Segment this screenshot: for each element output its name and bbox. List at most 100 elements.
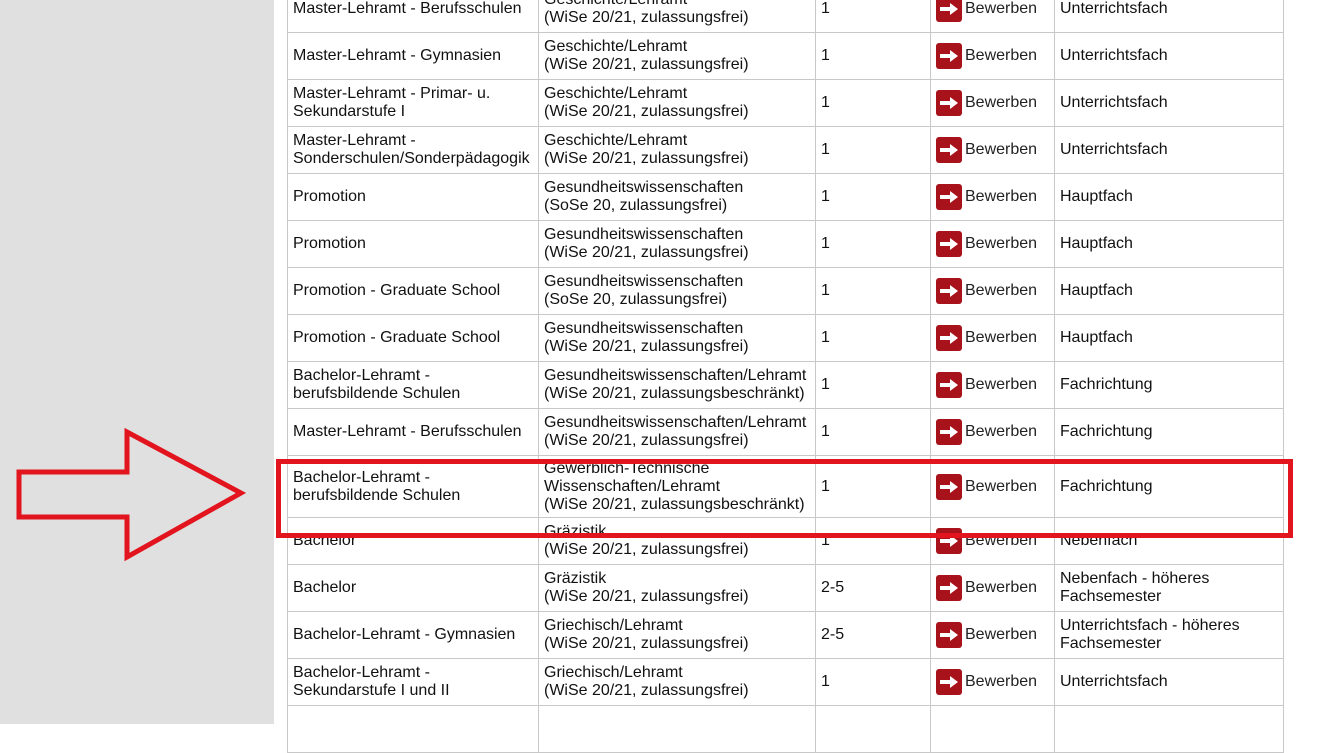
type-cell: Unterrichtsfach — [1054, 0, 1284, 33]
degree-text: Master-Lehramt - Berufsschulen — [293, 0, 522, 17]
apply-button[interactable]: Bewerben — [936, 137, 1049, 163]
apply-cell: Bewerben — [930, 361, 1055, 409]
semester-cell: 2-5 — [815, 611, 931, 659]
apply-button[interactable]: Bewerben — [936, 528, 1049, 554]
arrow-right-icon — [936, 0, 962, 22]
subject-cell: Geschichte/Lehramt(WiSe 20/21, zulassung… — [538, 32, 816, 80]
semester-text: 1 — [821, 94, 830, 111]
apply-button[interactable]: Bewerben — [936, 325, 1049, 351]
type-cell: Unterrichtsfach - höheres Fachsemester — [1054, 611, 1284, 659]
subject-text: Gesundheitswissenschaften — [544, 320, 744, 337]
subject-cell: Griechisch/Lehramt (WiSe 20/21, zulassung… — [538, 658, 816, 706]
apply-button[interactable]: Bewerben — [936, 231, 1049, 257]
degree-text: Bachelor-Lehramt - berufsbildende Schule… — [293, 468, 461, 504]
arrow-right-icon — [936, 90, 962, 116]
apply-button[interactable]: Bewerben — [936, 419, 1049, 445]
term-text: (WiSe 20/21, zulassungsfrei) — [544, 150, 749, 167]
subject-cell — [538, 705, 816, 753]
apply-cell: Bewerben — [930, 455, 1055, 518]
semester-cell: 1 — [815, 173, 931, 221]
degree-cell: Bachelor-Lehramt - berufsbildende Schule… — [287, 455, 539, 518]
subject-cell: Geschichte/Lehramt(WiSe 20/21, zulassung… — [538, 79, 816, 127]
degree-cell: Master-Lehramt - Berufsschulen — [287, 0, 539, 33]
type-cell: Unterrichtsfach — [1054, 79, 1284, 127]
type-text: Hauptfach — [1060, 235, 1133, 252]
arrow-right-icon — [936, 231, 962, 257]
apply-cell: Bewerben — [930, 611, 1055, 659]
apply-label: Bewerben — [965, 423, 1038, 440]
subject-text: Gräzistik — [544, 523, 607, 540]
type-text: Unterrichtsfach — [1060, 141, 1168, 158]
apply-button[interactable]: Bewerben — [936, 669, 1049, 695]
term-text: (WiSe 20/21, zulassungsfrei) — [544, 635, 749, 652]
degree-cell: Bachelor — [287, 517, 539, 565]
table-row-highlighted: Bachelor-Lehramt - berufsbildende Schule… — [287, 455, 1284, 518]
subject-cell: Gräzistik (WiSe 20/21, zulassungsfrei) — [538, 517, 816, 565]
apply-button[interactable]: Bewerben — [936, 184, 1049, 210]
semester-text: 1 — [821, 188, 830, 205]
apply-button[interactable]: Bewerben — [936, 575, 1049, 601]
semester-cell: 1 — [815, 455, 931, 518]
degree-text: Bachelor-Lehramt - Gymnasien — [293, 626, 516, 643]
degree-text: Promotion — [293, 235, 366, 252]
table-row: Master-Lehramt - Berufsschulen Geschicht… — [287, 0, 1284, 33]
subject-text: Geschichte/Lehramt — [544, 38, 688, 55]
semester-cell: 1 — [815, 0, 931, 33]
semester-cell: 1 — [815, 517, 931, 565]
subject-cell: Gesundheitswissenschaften (SoSe 20, zulas… — [538, 173, 816, 221]
semester-text: 1 — [821, 673, 830, 690]
semester-cell: 1 — [815, 126, 931, 174]
term-text: (SoSe 20, zulassungsfrei) — [544, 291, 728, 308]
subject-text: Gesundheitswissenschaften — [544, 273, 744, 290]
table-row: Master-Lehramt - Gymnasien Geschichte/Le… — [287, 32, 1284, 80]
table-row: Bachelor-Lehramt - Gymnasien Griechisch/… — [287, 611, 1284, 659]
degree-cell: Bachelor-Lehramt - Gymnasien — [287, 611, 539, 659]
table-row: Bachelor Gräzistik (WiSe 20/21, zulassung… — [287, 564, 1284, 612]
apply-cell — [930, 705, 1055, 753]
type-cell: Nebenfach — [1054, 517, 1284, 565]
apply-label: Bewerben — [965, 626, 1038, 643]
type-cell: Fachrichtung — [1054, 455, 1284, 518]
degree-text: Promotion - Graduate School — [293, 329, 501, 346]
type-cell: Fachrichtung — [1054, 408, 1284, 456]
type-cell: Hauptfach — [1054, 314, 1284, 362]
apply-cell: Bewerben — [930, 220, 1055, 268]
apply-label: Bewerben — [965, 188, 1038, 205]
term-text: (WiSe 20/21, zulassungsfrei) — [544, 682, 749, 699]
table-row — [287, 705, 1284, 753]
apply-button[interactable]: Bewerben — [936, 622, 1049, 648]
term-text: (WiSe 20/21, zulassungsfrei) — [544, 432, 749, 449]
apply-button[interactable]: Bewerben — [936, 0, 1049, 22]
apply-button[interactable]: Bewerben — [936, 278, 1049, 304]
semester-text: 1 — [821, 477, 830, 495]
apply-cell: Bewerben — [930, 0, 1055, 33]
apply-label: Bewerben — [965, 0, 1038, 17]
subject-text: Gesundheitswissenschaften — [544, 226, 744, 243]
term-text: (WiSe 20/21, zulassungsfrei) — [544, 103, 749, 120]
type-text: Nebenfach — [1060, 532, 1138, 549]
apply-button[interactable]: Bewerben — [936, 372, 1049, 398]
subject-text: Gesundheitswissenschaften/Lehramt — [544, 414, 807, 431]
type-cell: Unterrichtsfach — [1054, 126, 1284, 174]
degree-text: Promotion — [293, 188, 366, 205]
table-row: Promotion Gesundheitswissenschaften (SoSe… — [287, 173, 1284, 221]
degree-text: Master-Lehramt - Berufsschulen — [293, 423, 522, 440]
subject-cell: Gesundheitswissenschaften (SoSe 20, zulas… — [538, 267, 816, 315]
term-text: (WiSe 20/21, zulassungsfrei) — [544, 588, 749, 605]
subject-cell: Gesundheitswissenschaften/Lehramt (WiSe 2… — [538, 408, 816, 456]
table-row: Promotion - Graduate School Gesundheitsw… — [287, 314, 1284, 362]
apply-cell: Bewerben — [930, 267, 1055, 315]
semester-cell: 1 — [815, 267, 931, 315]
arrow-right-icon — [936, 473, 962, 500]
semester-cell: 1 — [815, 408, 931, 456]
apply-button[interactable]: Bewerben — [936, 90, 1049, 116]
subject-cell: Gesundheitswissenschaften (WiSe 20/21, zu… — [538, 220, 816, 268]
type-cell: Hauptfach — [1054, 220, 1284, 268]
apply-button[interactable]: Bewerben — [936, 473, 1049, 500]
apply-cell: Bewerben — [930, 517, 1055, 565]
semester-cell: 1 — [815, 32, 931, 80]
degree-cell: Promotion — [287, 220, 539, 268]
apply-button[interactable]: Bewerben — [936, 43, 1049, 69]
apply-label: Bewerben — [965, 94, 1038, 111]
subject-text: Griechisch/Lehramt — [544, 617, 683, 634]
